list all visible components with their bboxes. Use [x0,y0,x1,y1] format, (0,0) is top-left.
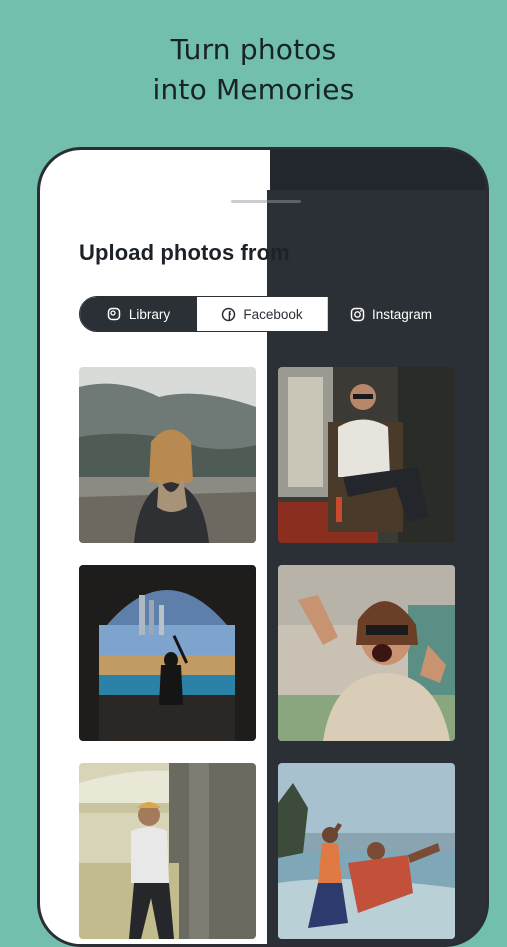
upload-sheet: Upload photos from Library Facebook Inst… [48,190,486,944]
photo-woman-scarf-mountains[interactable] [79,367,256,543]
tab-facebook-label: Facebook [243,306,303,322]
sheet-drag-handle[interactable] [231,200,301,203]
source-tabs: Library Facebook Instagram [79,296,455,332]
instagram-icon [350,307,365,322]
sheet-title: Upload photos from [79,240,290,265]
photo-man-cap-building[interactable] [79,763,256,939]
tab-library[interactable]: Library [80,297,197,331]
headline: Turn photos into Memories [0,30,507,110]
facebook-icon [221,307,236,322]
tab-facebook[interactable]: Facebook [197,297,328,331]
photo-woman-peace-signs[interactable] [278,565,455,741]
headline-line-2: into Memories [152,73,355,106]
photo-dancing-beach[interactable] [278,763,455,939]
photo-man-sunglasses-chair[interactable] [278,367,455,543]
tab-instagram[interactable]: Instagram [328,297,454,331]
library-icon [107,307,122,322]
photo-tunnel-silhouette-coast[interactable] [79,565,256,741]
headline-line-1: Turn photos [170,33,337,66]
phone-frame: Upload photos from Library Facebook Inst… [37,147,489,947]
tab-instagram-label: Instagram [371,306,433,322]
tab-library-label: Library [128,306,171,322]
